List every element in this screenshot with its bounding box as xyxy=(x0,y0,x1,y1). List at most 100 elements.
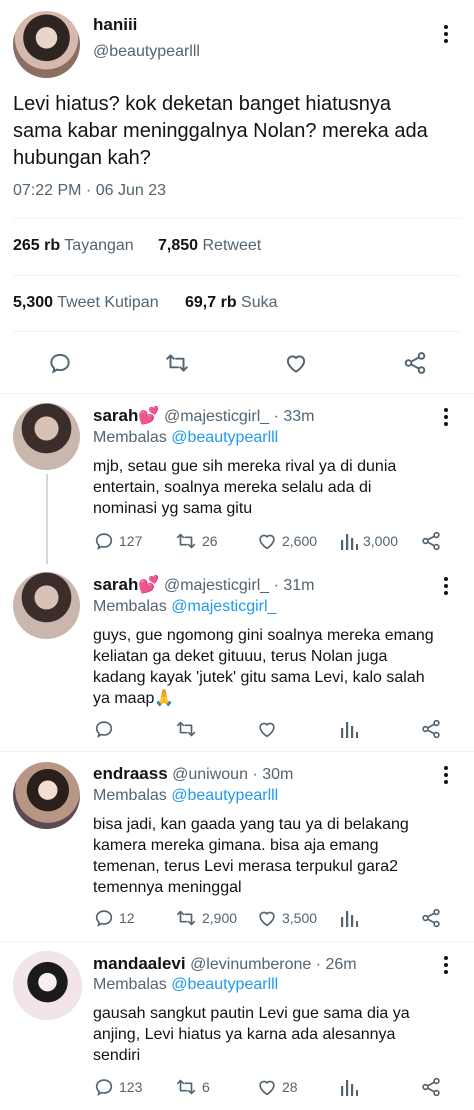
retweet-button[interactable] xyxy=(174,718,202,740)
like-button[interactable] xyxy=(256,718,282,740)
divider xyxy=(13,218,461,219)
more-icon[interactable] xyxy=(444,766,448,787)
retweet-count: 2,900 xyxy=(202,910,238,926)
replying-to-link[interactable]: @majesticgirl_ xyxy=(171,598,276,615)
retweet-button[interactable] xyxy=(163,350,191,376)
reply-text-line: temennya meninggal xyxy=(93,879,242,896)
likes-stat[interactable]: 69,7 rb Suka xyxy=(185,294,278,312)
views-label: Tayangan xyxy=(64,237,134,254)
views-icon xyxy=(341,911,358,927)
retweet-icon xyxy=(176,1079,196,1095)
share-button[interactable] xyxy=(420,530,442,552)
retweets-stat[interactable]: 7,850 Retweet xyxy=(158,237,261,255)
author-display-name[interactable]: haniii xyxy=(93,15,137,35)
replying-label: Membalas xyxy=(93,787,167,804)
views-button[interactable] xyxy=(339,907,363,929)
reply-button[interactable]: 127 xyxy=(93,530,142,552)
reply-avatar[interactable] xyxy=(13,762,80,829)
share-icon xyxy=(422,719,440,739)
views-stat[interactable]: 265 rb Tayangan xyxy=(13,237,134,255)
retweet-icon xyxy=(166,354,188,372)
like-button[interactable]: 3,500 xyxy=(256,907,317,929)
reply-display-name[interactable]: mandaalevi xyxy=(93,954,186,973)
replying-label: Membalas xyxy=(93,976,167,993)
reply-text: guys, gue ngomong gini soalnya mereka em… xyxy=(93,625,463,709)
share-button[interactable] xyxy=(420,718,442,740)
divider xyxy=(0,751,474,752)
retweet-button[interactable]: 26 xyxy=(174,530,218,552)
replying-to-link[interactable]: @beautypearlll xyxy=(171,976,278,993)
reply-avatar[interactable] xyxy=(13,403,80,470)
reply-text-line: temenan, terus Levi merasa terpukul gara… xyxy=(93,858,399,875)
like-button[interactable]: 28 xyxy=(256,1076,298,1098)
reply-button[interactable]: 123 xyxy=(93,1076,142,1098)
retweet-button[interactable]: 6 xyxy=(174,1076,210,1098)
replying-to-link[interactable]: @beautypearlll xyxy=(171,429,278,446)
author-handle[interactable]: @beautypearlll xyxy=(93,43,200,61)
reply-display-name[interactable]: sarah💕 xyxy=(93,406,160,425)
more-icon[interactable] xyxy=(444,25,448,46)
replying-to-link[interactable]: @beautypearlll xyxy=(171,787,278,804)
quotes-count: 5,300 xyxy=(13,294,54,311)
reply-count: 12 xyxy=(119,910,135,926)
share-button[interactable] xyxy=(420,1076,442,1098)
reply-button[interactable]: 12 xyxy=(93,907,135,929)
reply-count: 127 xyxy=(119,533,143,549)
reply-avatar[interactable] xyxy=(13,572,80,639)
reply-text-line: kamera mereka gimana. bisa aja emang xyxy=(93,837,379,854)
quotes-label: Tweet Kutipan xyxy=(57,294,159,311)
reply-display-name[interactable]: endraass xyxy=(93,764,168,783)
like-count: 28 xyxy=(282,1079,298,1095)
reply-icon xyxy=(95,533,113,551)
share-button[interactable] xyxy=(401,350,429,376)
tweet-timestamp[interactable]: 07:22 PM · 06 Jun 23 xyxy=(13,182,166,200)
like-button[interactable] xyxy=(283,350,309,376)
views-icon xyxy=(341,722,358,738)
reply-icon xyxy=(95,1079,113,1097)
retweet-count: 6 xyxy=(202,1079,210,1095)
retweet-icon xyxy=(176,721,196,737)
like-button[interactable]: 2,600 xyxy=(256,530,317,552)
more-icon[interactable] xyxy=(444,408,448,429)
retweets-label: Retweet xyxy=(202,237,262,254)
reply-handle[interactable]: @levinumberone xyxy=(190,956,311,973)
reply-display-name[interactable]: sarah💕 xyxy=(93,575,160,594)
reply-icon xyxy=(95,910,113,928)
reply-time[interactable]: · 31m xyxy=(274,577,315,594)
views-count: 265 rb xyxy=(13,237,61,254)
reply-icon xyxy=(50,353,70,374)
reply-handle[interactable]: @majesticgirl_ xyxy=(164,408,269,425)
views-button[interactable] xyxy=(339,1076,363,1098)
reply-handle[interactable]: @uniwoun xyxy=(172,766,248,783)
reply-text-line: guys, gue ngomong gini soalnya mereka em… xyxy=(93,627,434,644)
more-icon[interactable] xyxy=(444,956,448,977)
reply-header: endraass @uniwoun · 30m xyxy=(93,764,293,784)
reply-text-line: mjb, setau gue sih mereka rival ya di du… xyxy=(93,458,397,475)
reply-button[interactable] xyxy=(47,350,73,376)
reply-time[interactable]: · 26m xyxy=(316,956,357,973)
reply-avatar[interactable] xyxy=(13,951,82,1020)
reply-text-line: gausah sangkut pautin Levi gue sama dia … xyxy=(93,1005,410,1022)
reply-button[interactable] xyxy=(93,718,119,740)
divider xyxy=(0,393,474,394)
reply-time[interactable]: · 33m xyxy=(274,408,315,425)
retweet-button[interactable]: 2,900 xyxy=(174,907,237,929)
divider xyxy=(13,275,461,276)
views-button[interactable]: 3,000 xyxy=(339,530,398,552)
more-icon[interactable] xyxy=(444,577,448,598)
tweet-text-line: Levi hiatus? kok deketan banget hiatusny… xyxy=(13,93,392,115)
reply-text-line: nominasi yg sama gitu xyxy=(93,500,253,517)
share-icon xyxy=(422,1077,440,1097)
reply-text-line: keliatan ga deket gituuu, terus Nolan ju… xyxy=(93,648,388,665)
like-count: 3,500 xyxy=(282,910,318,926)
reply-handle[interactable]: @majesticgirl_ xyxy=(164,577,269,594)
reply-time[interactable]: · 30m xyxy=(252,766,293,783)
share-button[interactable] xyxy=(420,907,442,929)
reply-header: mandaalevi @levinumberone · 26m xyxy=(93,954,357,974)
author-avatar[interactable] xyxy=(13,11,80,78)
quotes-stat[interactable]: 5,300 Tweet Kutipan xyxy=(13,294,159,312)
reply-text-line: bisa jadi, kan gaada yang tau ya di bela… xyxy=(93,816,409,833)
views-button[interactable] xyxy=(339,718,363,740)
retweet-icon xyxy=(176,533,196,549)
reply-header: sarah💕 @majesticgirl_ · 31m xyxy=(93,575,315,595)
